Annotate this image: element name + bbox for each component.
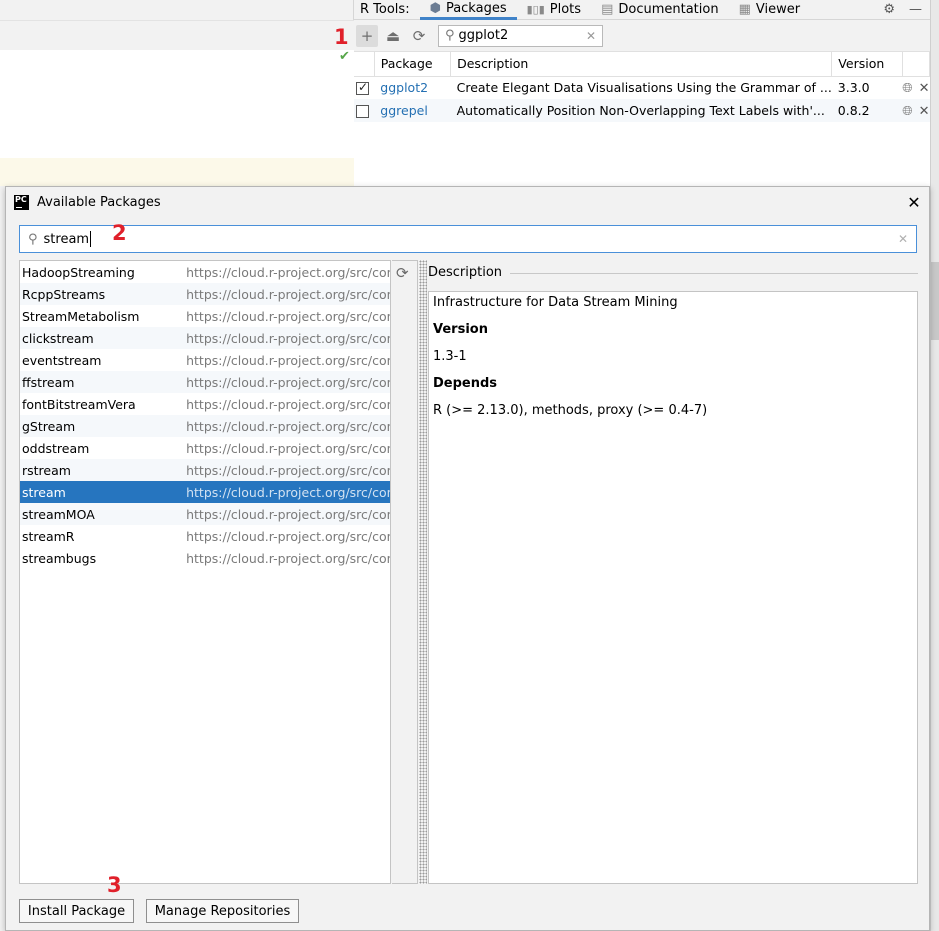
package-icon: ⬢ xyxy=(429,0,441,16)
list-item[interactable]: streamR https://cloud.r-project.org/src/c… xyxy=(20,525,390,547)
list-item-selected[interactable]: stream https://cloud.r-project.org/src/co… xyxy=(20,481,390,503)
rtools-panel: R Tools: ⬢ Packages ▮▯▮ Plots ▤ Document… xyxy=(354,0,931,186)
tab-packages[interactable]: ⬢ Packages xyxy=(419,0,517,20)
editor-tab-strip xyxy=(0,20,354,50)
refresh-icon[interactable]: ⟳ xyxy=(408,25,430,47)
close-icon[interactable]: ✕ xyxy=(899,193,929,212)
description-rule xyxy=(510,273,918,274)
gear-icon[interactable]: ⚙ xyxy=(883,2,895,17)
clear-search-icon[interactable]: ✕ xyxy=(898,232,908,246)
search-icon: ⚲ xyxy=(445,28,455,43)
table-row[interactable]: ggrepel Automatically Position Non-Overl… xyxy=(354,99,930,122)
text-caret xyxy=(90,231,92,247)
step-marker-2: 2 xyxy=(112,221,127,245)
actions-column-header xyxy=(902,52,931,77)
list-item[interactable]: fontBitstreamVera https://cloud.r-project… xyxy=(20,393,390,415)
right-tool-strip-selected[interactable] xyxy=(931,262,939,340)
package-link[interactable]: ggrepel xyxy=(380,103,428,118)
package-checkbox[interactable] xyxy=(356,80,369,96)
reload-list-bar: ⟳ xyxy=(392,260,418,884)
list-item[interactable]: HadoopStreaming https://cloud.r-project.o… xyxy=(20,261,390,283)
description-header: Description xyxy=(428,265,918,280)
packages-toolbar: + ⏏ ⟳ ⚲ ggplot2 ✕ xyxy=(354,20,930,52)
list-item[interactable]: RcppStreams https://cloud.r-project.org/s… xyxy=(20,283,390,305)
step-marker-3: 3 xyxy=(107,873,122,897)
package-link[interactable]: ggplot2 xyxy=(380,80,428,95)
step-marker-1: 1 xyxy=(334,25,349,49)
checkbox-column-header xyxy=(354,52,375,77)
package-search-value: ggplot2 xyxy=(458,28,509,43)
globe-icon[interactable]: 🌐︎ xyxy=(902,81,912,96)
list-item[interactable]: rstream https://cloud.r-project.org/src/c… xyxy=(20,459,390,481)
list-item[interactable]: streamMOA https://cloud.r-project.org/src… xyxy=(20,503,390,525)
available-packages-dialog: PC Available Packages ✕ ⚲ stream ✕ 2 Had… xyxy=(5,186,930,931)
list-item[interactable]: oddstream https://cloud.r-project.org/src… xyxy=(20,437,390,459)
clear-search-icon[interactable]: ✕ xyxy=(586,29,596,43)
tab-viewer[interactable]: ▦ Viewer xyxy=(729,0,811,20)
list-item[interactable]: StreamMetabolism https://cloud.r-project.… xyxy=(20,305,390,327)
uninstall-icon[interactable]: ✕ xyxy=(919,81,930,96)
grid-icon: ▦ xyxy=(738,2,751,17)
available-search-value: stream xyxy=(43,231,90,247)
description-title: Description xyxy=(428,265,503,280)
package-description: Automatically Position Non-Overlapping T… xyxy=(450,99,832,122)
uninstall-icon[interactable]: ✕ xyxy=(919,104,930,119)
editor-area: ✔ xyxy=(0,0,354,186)
description-panel: Infrastructure for Data Stream Mining Ve… xyxy=(428,291,918,884)
rtools-title: R Tools: xyxy=(360,2,410,17)
minimize-icon[interactable]: — xyxy=(909,2,922,17)
right-tool-strip[interactable] xyxy=(930,0,939,931)
editor-highlight-line xyxy=(0,158,354,186)
list-item[interactable]: ffstream https://cloud.r-project.org/src/… xyxy=(20,371,390,393)
install-package-button[interactable]: Install Package xyxy=(19,899,134,923)
package-search-input[interactable]: ⚲ ggplot2 ✕ xyxy=(438,24,603,47)
installed-packages-table: Package Description Version ggplot2 Crea… xyxy=(354,52,931,122)
add-package-button[interactable]: + xyxy=(356,24,378,47)
table-row[interactable]: ggplot2 Create Elegant Data Visualisatio… xyxy=(354,76,930,99)
available-packages-list: HadoopStreaming https://cloud.r-project.o… xyxy=(19,260,391,884)
upgrade-icon[interactable]: ⏏ xyxy=(382,25,404,47)
list-item[interactable]: clickstream https://cloud.r-project.org/s… xyxy=(20,327,390,349)
list-item[interactable]: streambugs https://cloud.r-project.org/sr… xyxy=(20,547,390,569)
checkmark-icon: ✔ xyxy=(339,49,350,64)
tab-plots[interactable]: ▮▯▮ Plots xyxy=(517,0,591,20)
depends-value: R (>= 2.13.0), methods, proxy (>= 0.4-7) xyxy=(433,403,708,418)
manage-repositories-button[interactable]: Manage Repositories xyxy=(146,899,299,923)
editor-content[interactable] xyxy=(0,50,354,158)
rtools-tabbar: R Tools: ⬢ Packages ▮▯▮ Plots ▤ Document… xyxy=(354,0,930,20)
pycharm-logo-icon: PC xyxy=(14,194,29,210)
dialog-titlebar: PC Available Packages ✕ xyxy=(6,187,929,217)
list-item[interactable]: gStream https://cloud.r-project.org/src/c… xyxy=(20,415,390,437)
bar-chart-icon: ▮▯▮ xyxy=(526,3,545,16)
column-header-version[interactable]: Version xyxy=(831,52,903,77)
search-icon: ⚲ xyxy=(28,231,38,247)
depends-label: Depends xyxy=(433,376,498,391)
tab-documentation[interactable]: ▤ Documentation xyxy=(591,0,729,20)
package-summary: Infrastructure for Data Stream Mining xyxy=(433,295,678,310)
globe-icon[interactable]: 🌐︎ xyxy=(902,104,912,119)
package-version: 3.3.0 xyxy=(831,76,903,99)
panel-splitter[interactable] xyxy=(419,260,427,884)
version-label: Version xyxy=(433,322,488,337)
reload-icon[interactable]: ⟳ xyxy=(396,264,409,282)
package-version: 0.8.2 xyxy=(831,99,903,122)
package-checkbox[interactable] xyxy=(356,105,369,118)
version-value: 1.3-1 xyxy=(433,349,467,364)
package-description: Create Elegant Data Visualisations Using… xyxy=(450,76,832,99)
document-icon: ▤ xyxy=(601,2,614,17)
dialog-title: Available Packages xyxy=(37,194,161,210)
column-header-description[interactable]: Description xyxy=(450,52,833,77)
available-search-input[interactable]: ⚲ stream ✕ xyxy=(19,225,917,253)
list-item[interactable]: eventstream https://cloud.r-project.org/s… xyxy=(20,349,390,371)
column-header-package[interactable]: Package xyxy=(374,52,452,77)
